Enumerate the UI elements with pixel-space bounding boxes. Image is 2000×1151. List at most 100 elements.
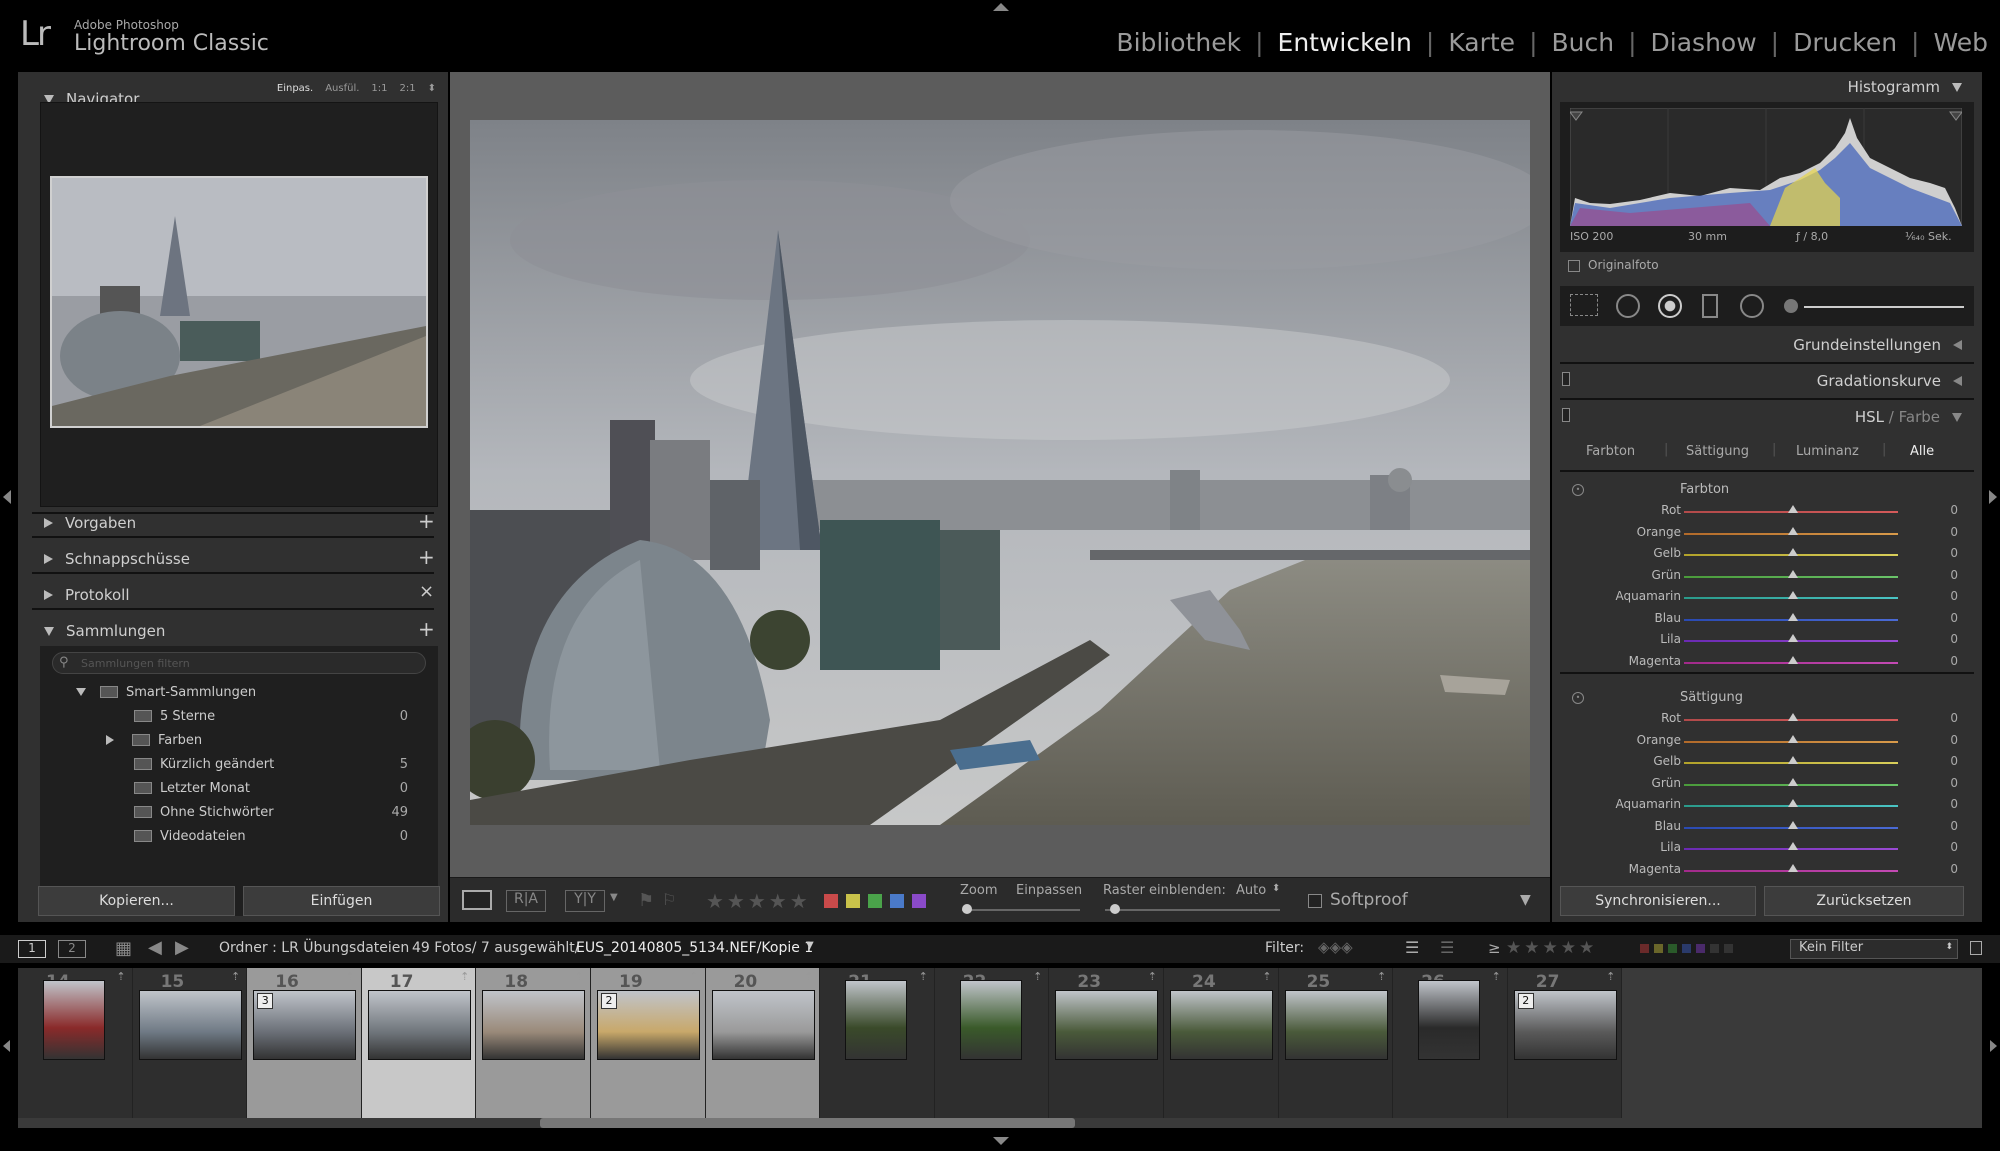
slider-value[interactable]: 0 [1950,711,1958,725]
hsl-slider-row[interactable]: Lila 0 [1560,629,1974,649]
slider-knob[interactable] [1788,612,1798,621]
filmstrip-cell[interactable]: 26⇡ [1393,968,1508,1118]
red-eye-icon[interactable] [1658,294,1682,318]
slider-value[interactable]: 0 [1950,632,1958,646]
zoom-slider[interactable] [962,909,1080,911]
filter-preset-select[interactable]: Kein Filter ⬍ [1790,939,1958,959]
crop-tool-icon[interactable] [1570,294,1598,316]
metadata-icon[interactable]: ⇡ [1606,970,1615,983]
filmstrip-cell[interactable]: 20 ⇡ [705,968,821,1118]
grid-slider-knob[interactable] [1110,904,1120,914]
grid-view-icon[interactable]: ▦ [115,938,132,959]
stack-badge[interactable]: 2 [601,993,617,1009]
grid-slider[interactable] [1105,909,1280,911]
paste-settings-button[interactable]: Einfügen [243,886,440,916]
add-preset-button[interactable]: + [418,509,435,533]
basic-header[interactable]: Grundeinstellungen [1552,330,1962,360]
current-file[interactable]: EUS_20140805_5134.NEF/Kopie 1 [576,940,813,956]
metadata-icon[interactable]: ⇡ [460,970,469,983]
back-arrow-icon[interactable]: ◀ [148,937,162,958]
filmstrip-left-arrow-icon[interactable] [3,1040,10,1052]
tab-luminanz[interactable]: Luminanz [1796,444,1859,459]
hsl-slider-row[interactable]: Orange 0 [1560,522,1974,542]
before-after-ra-icon[interactable]: R|A [506,890,546,912]
slider-value[interactable]: 0 [1950,840,1958,854]
metadata-icon[interactable]: ⇡ [1262,970,1271,983]
hsl-slider-row[interactable]: Blau 0 [1560,608,1974,628]
sync-button[interactable]: Synchronisieren... [1560,886,1756,916]
collection-kuerzlich[interactable]: Kürzlich geändert 5 [40,752,438,776]
label-red[interactable] [824,894,838,908]
filmstrip-cell[interactable]: 21⇡ [820,968,935,1118]
filmstrip-thumbnail[interactable] [959,980,1022,1060]
slider-knob[interactable] [1788,526,1798,535]
tab-farbton[interactable]: Farbton [1586,444,1635,459]
filmstrip-cell[interactable]: 27 2 ⇡ [1507,968,1623,1118]
slider-knob[interactable] [1788,756,1798,764]
dropdown-icon[interactable]: ▼ [610,892,618,903]
loupe-view-icon[interactable] [462,890,492,910]
filmstrip-thumbnail[interactable] [367,990,471,1060]
metadata-icon[interactable]: ⇡ [1377,970,1386,983]
slider-knob[interactable] [1788,569,1798,578]
hsl-slider-row[interactable]: Aquamarin 0 [1560,794,1974,814]
filter-lock-icon[interactable] [1970,941,1982,955]
zoom-spinner-icon[interactable]: ⬍ [428,83,436,94]
filmstrip-thumbnail[interactable] [138,990,242,1060]
brush-slider[interactable] [1804,306,1964,308]
module-karte[interactable]: Karte [1448,28,1515,57]
target-adjust-icon[interactable]: • [1572,484,1584,496]
stack-badge[interactable]: 3 [257,993,274,1009]
slider-knob[interactable] [1788,591,1798,599]
source-folder[interactable]: Ordner : LR Übungsdateien [219,940,409,956]
adjustment-brush-icon[interactable] [1784,299,1798,313]
slider-value[interactable]: 0 [1950,819,1958,833]
clear-history-button[interactable]: × [419,581,434,602]
original-photo-checkbox[interactable] [1568,260,1580,272]
slider-knob[interactable] [1788,820,1798,829]
filmstrip-thumbnail[interactable] [845,980,908,1060]
tab-saettigung[interactable]: Sättigung [1686,444,1749,459]
hsl-header[interactable]: HSL / Farbe [1552,402,1962,432]
slider-knob[interactable] [1788,777,1798,786]
reset-button[interactable]: Zurücksetzen [1764,886,1964,916]
add-collection-button[interactable]: + [418,617,435,641]
filmstrip-scrollbar[interactable] [540,1118,1075,1128]
sammlungen-header[interactable]: Sammlungen [44,616,434,646]
hsl-slider-row[interactable]: Aquamarin 0 [1560,586,1974,606]
hsl-title[interactable]: HSL [1855,408,1884,426]
window-2-icon[interactable]: 2 [58,940,86,958]
window-1-icon[interactable]: 1 [18,940,46,958]
color-title[interactable]: Farbe [1899,408,1940,426]
hsl-slider-row[interactable]: Magenta 0 [1560,651,1974,671]
slider-value[interactable]: 0 [1950,776,1958,790]
collapse-left-arrow-icon[interactable] [3,490,11,504]
hsl-slider-row[interactable]: Rot 0 [1560,708,1974,728]
slider-knob[interactable] [1788,713,1798,721]
slider-value[interactable]: 0 [1950,568,1958,582]
main-photo[interactable] [470,120,1530,825]
slider-value[interactable]: 0 [1950,546,1958,560]
hsl-slider-row[interactable]: Grün 0 [1560,773,1974,793]
histogram-graph[interactable] [1570,108,1962,226]
hsl-slider-row[interactable]: Magenta 0 [1560,859,1974,879]
collection-ohne-stichwoerter[interactable]: Ohne Stichwörter 49 [40,800,438,824]
slider-value[interactable]: 0 [1950,654,1958,668]
collection-5-sterne[interactable]: 5 Sterne 0 [40,704,438,728]
metadata-icon[interactable]: ⇡ [116,970,125,983]
filmstrip-cell[interactable]: 18 ⇡ [476,968,591,1118]
module-web[interactable]: Web [1933,28,1988,57]
metadata-icon[interactable]: ⇡ [575,970,584,983]
slider-value[interactable]: 0 [1950,525,1958,539]
rating-filter-op[interactable]: ≥ [1488,939,1501,957]
zoom-fit-label[interactable]: Einpassen [1016,883,1082,898]
flag-filter-icon[interactable]: ◈◈◈ [1318,938,1353,956]
flag-icon[interactable]: ⚑ [638,890,654,911]
filmstrip-cell[interactable]: 16 3 ⇡ [247,968,362,1118]
slider-knob[interactable] [1788,655,1798,664]
navigator-thumbnail[interactable] [50,176,428,428]
label-purple[interactable] [912,894,926,908]
filmstrip-cell[interactable]: 17 ⇡ [361,968,477,1118]
tone-curve-header[interactable]: Gradationskurve [1552,366,1962,396]
collection-letzter-monat[interactable]: Letzter Monat 0 [40,776,438,800]
